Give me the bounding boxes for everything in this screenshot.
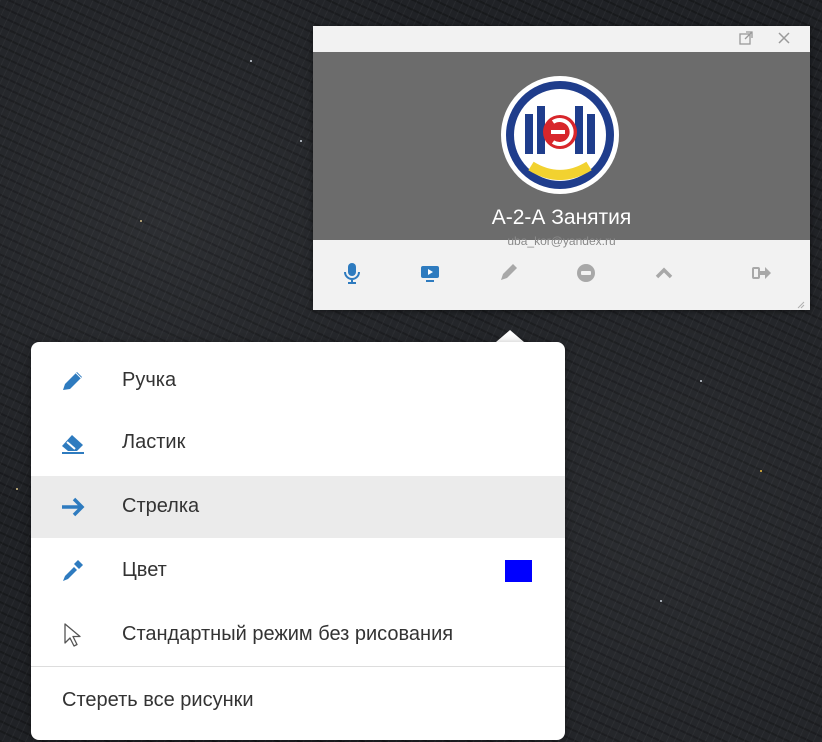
menu-item-label: Ластик xyxy=(122,431,186,453)
widget-participant-name: А-2-А Занятия xyxy=(491,206,632,229)
pencil-icon xyxy=(59,368,87,394)
external-link-icon[interactable] xyxy=(737,30,755,48)
widget-toolbar: uba_kor@yandex.ru xyxy=(313,234,810,310)
eraser-icon xyxy=(59,430,87,456)
clear-all-drawings-button[interactable]: Стереть все рисунки xyxy=(62,689,254,712)
background-speck xyxy=(250,60,252,62)
chevron-up-icon[interactable] xyxy=(651,260,677,286)
menu-item-label: Цвет xyxy=(122,559,167,581)
widget-titlebar xyxy=(313,26,810,52)
menu-item-color[interactable]: Цвет xyxy=(31,540,565,602)
exit-icon[interactable] xyxy=(749,260,775,286)
menu-item-arrow[interactable]: Стрелка xyxy=(31,476,565,538)
video-widget: А-2-А Занятия uba_kor@yandex.ru xyxy=(313,26,810,310)
background-speck xyxy=(140,220,142,222)
menu-pointer xyxy=(496,330,524,342)
menu-item-label: Стрелка xyxy=(122,495,200,517)
widget-participant-email: uba_kor@yandex.ru xyxy=(507,234,616,248)
resize-handle-icon[interactable] xyxy=(795,296,805,314)
menu-item-label: Стандартный режим без рисования xyxy=(122,623,454,645)
background-speck xyxy=(660,600,662,602)
background-speck xyxy=(16,488,18,490)
menu-item-eraser[interactable]: Ластик xyxy=(31,412,565,474)
microphone-icon[interactable] xyxy=(339,260,365,286)
menu-item-pen[interactable]: Ручка xyxy=(31,350,565,412)
eyedropper-icon xyxy=(59,558,87,584)
menu-item-label: Ручка xyxy=(122,369,177,391)
pencil-icon[interactable] xyxy=(495,260,521,286)
background-speck xyxy=(760,470,762,472)
menu-item-standard-mode[interactable]: Стандартный режим без рисования xyxy=(31,604,565,666)
drawing-tools-menu: Ручка Ластик Стрелка Цвет Стандартный ре… xyxy=(31,342,565,740)
cursor-icon xyxy=(59,622,87,648)
record-icon[interactable] xyxy=(573,260,599,286)
arrow-right-icon xyxy=(59,494,87,520)
menu-divider xyxy=(31,666,565,667)
participant-avatar xyxy=(501,76,619,194)
close-icon[interactable] xyxy=(775,30,793,48)
screen-share-icon[interactable] xyxy=(417,260,443,286)
color-swatch[interactable] xyxy=(505,560,532,582)
background-speck xyxy=(300,140,302,142)
background-speck xyxy=(700,380,702,382)
